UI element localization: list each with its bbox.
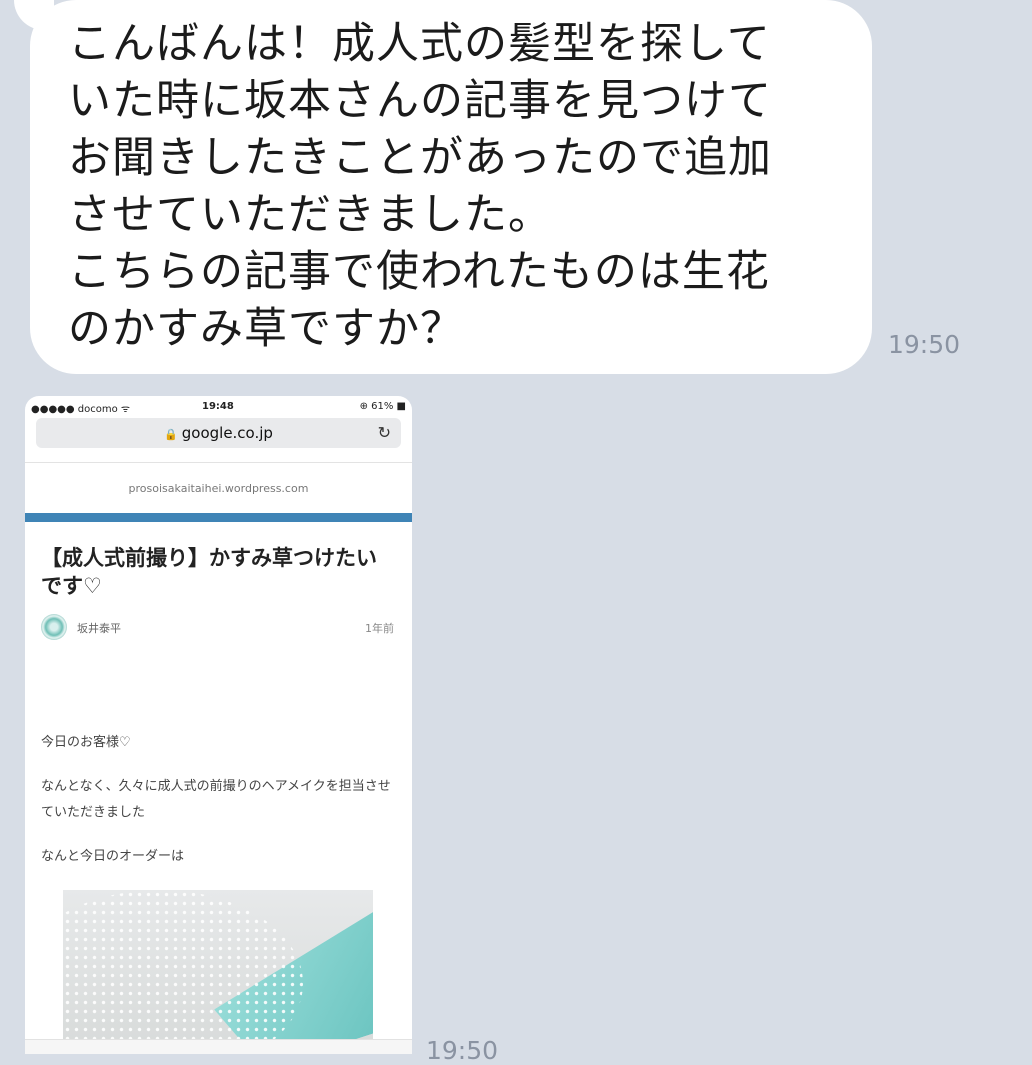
header-accent: [25, 513, 412, 522]
paragraph: なんと今日のオーダーは: [41, 849, 185, 864]
image-message[interactable]: ●●●●● docomo ᯤ 19:48 ⊕ 61% ■ 🔒 google.co.…: [25, 396, 412, 1054]
post-photo: [63, 890, 373, 1054]
posted-time: 1年前: [365, 622, 394, 635]
lock-icon: 🔒: [164, 428, 178, 441]
status-time: 19:48: [202, 401, 234, 412]
paragraph: 今日のお客様♡: [41, 735, 131, 750]
message-time: 19:50: [888, 330, 961, 359]
author-row: 坂井泰平 1年前: [25, 614, 412, 654]
site-header: prosoisakaitaihei.wordpress.com: [25, 462, 412, 513]
browser-toolbar: [25, 1039, 412, 1054]
post-body: 今日のお客様♡ なんとなく、久々に成人式の前撮りのヘアメイクを担当させていただき…: [41, 730, 396, 870]
message-text: こんばんは！成人式の髪型を探して いた時に坂本さんの記事を見つけて お聞きしたき…: [68, 19, 772, 354]
status-bar: ●●●●● docomo ᯤ 19:48 ⊕ 61% ■: [25, 396, 412, 418]
address-bar: 🔒 google.co.jp ↻: [36, 418, 401, 448]
reload-icon: ↻: [377, 423, 391, 442]
image-time: 19:50: [426, 1036, 499, 1065]
message-bubble[interactable]: こんばんは！成人式の髪型を探して いた時に坂本さんの記事を見つけて お聞きしたき…: [30, 0, 872, 374]
paragraph: なんとなく、久々に成人式の前撮りのヘアメイクを担当させていただきました: [41, 779, 391, 820]
avatar: [41, 614, 67, 640]
url-text: google.co.jp: [181, 424, 273, 442]
carrier: ●●●●● docomo ᯤ: [31, 404, 131, 415]
post-title: 【成人式前撮り】かすみ草つけたいです♡: [41, 546, 377, 598]
author-name: 坂井泰平: [77, 622, 121, 635]
battery: ⊕ 61% ■: [359, 401, 406, 412]
babys-breath: [63, 890, 303, 1054]
